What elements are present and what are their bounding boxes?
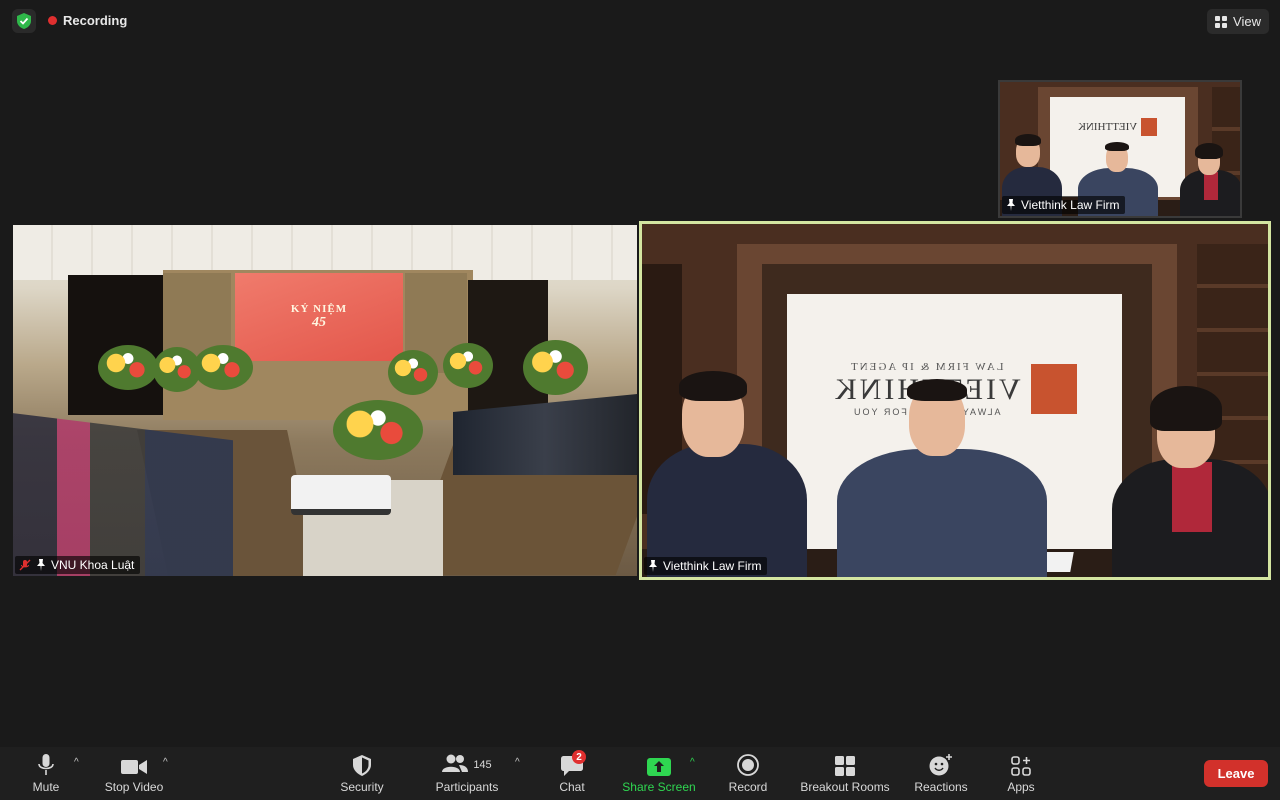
projected-slide: KỶ NIỆM 45	[235, 273, 403, 361]
reactions-label: Reactions	[914, 780, 968, 794]
breakout-rooms-label: Breakout Rooms	[800, 780, 890, 794]
participant-name: VNU Khoa Luật	[51, 558, 135, 572]
leave-button[interactable]: Leave	[1204, 760, 1268, 787]
tile-name-label: Vietthink Law Firm	[1002, 196, 1126, 214]
person-right	[1112, 384, 1268, 577]
security-button[interactable]: Security	[332, 747, 392, 800]
participants-icon	[442, 754, 469, 772]
chat-unread-badge: 2	[572, 750, 586, 764]
video-tile-vnu-khoa-luat[interactable]: KỶ NIỆM 45 VNU Khoa Luật	[13, 225, 637, 576]
reactions-button[interactable]: Reactions	[910, 747, 972, 800]
shield-icon	[353, 755, 371, 776]
breakout-rooms-icon	[835, 756, 855, 776]
recording-indicator[interactable]: Recording	[48, 13, 127, 28]
participant-name: Vietthink Law Firm	[663, 559, 762, 573]
audio-options-chevron-icon[interactable]: ^	[74, 757, 79, 768]
apps-button[interactable]: Apps	[1000, 747, 1042, 800]
participant-name: Vietthink Law Firm	[1021, 198, 1120, 212]
apps-icon	[1011, 756, 1031, 776]
record-label: Record	[728, 780, 768, 794]
sign-brand-text-small: VIETTHINK	[1077, 121, 1138, 133]
video-camera-icon	[121, 760, 147, 774]
sign-top-text: LAW FIRM & IP AGENT	[849, 361, 1004, 373]
tile-name-label: Vietthink Law Firm	[644, 557, 768, 575]
person-center	[837, 379, 1047, 577]
leave-label: Leave	[1217, 766, 1255, 781]
breakout-rooms-button[interactable]: Breakout Rooms	[797, 747, 893, 800]
share-screen-icon	[647, 758, 671, 776]
participants-label: Participants	[435, 780, 499, 794]
microphone-icon	[38, 754, 54, 775]
share-screen-label: Share Screen	[622, 780, 696, 794]
video-options-chevron-icon[interactable]: ^	[163, 757, 168, 768]
meeting-toolbar: Mute ^ Stop Video ^ Security 145 Partici…	[0, 747, 1280, 800]
grid-view-icon	[1215, 15, 1228, 28]
mute-button[interactable]: Mute	[22, 747, 70, 800]
security-label: Security	[340, 780, 384, 794]
apps-label: Apps	[1007, 780, 1035, 794]
tile-name-label: VNU Khoa Luật	[15, 556, 141, 574]
recording-dot-icon	[48, 16, 57, 25]
mic-muted-icon	[19, 559, 31, 571]
share-options-chevron-icon[interactable]: ^	[690, 757, 695, 768]
video-tile-vietthink-active[interactable]: LAW FIRM & IP AGENT VIETTHINK ALWAYS THI…	[639, 221, 1271, 580]
person-left	[647, 359, 807, 577]
video-tile-vietthink-small[interactable]: VIETTHINK Vietthink Law Firm	[998, 80, 1242, 218]
chat-label: Chat	[559, 780, 585, 794]
recording-label: Recording	[63, 13, 128, 28]
participants-count: 145	[473, 759, 492, 771]
vietthink-logo-icon	[1141, 118, 1158, 136]
security-shield-icon[interactable]	[12, 9, 36, 33]
stop-video-button[interactable]: Stop Video	[98, 747, 170, 800]
stop-video-label: Stop Video	[104, 780, 164, 794]
chat-button[interactable]: 2 Chat	[552, 747, 592, 800]
record-button[interactable]: Record	[725, 747, 771, 800]
record-icon	[737, 754, 759, 776]
reactions-smiley-icon	[929, 754, 952, 776]
participants-button[interactable]: 145 Participants	[430, 747, 504, 800]
participants-options-chevron-icon[interactable]: ^	[515, 757, 520, 768]
share-screen-button[interactable]: Share Screen	[618, 747, 700, 800]
pin-icon	[649, 560, 657, 572]
view-label: View	[1233, 14, 1261, 29]
slide-title: KỶ NIỆM	[290, 303, 348, 315]
video-feed-auditorium: KỶ NIỆM 45	[13, 225, 637, 576]
view-button[interactable]: View	[1207, 9, 1269, 34]
mute-label: Mute	[32, 780, 60, 794]
projector	[291, 475, 391, 515]
pin-icon	[37, 559, 45, 571]
slide-number: 45	[312, 315, 326, 330]
pin-icon	[1007, 199, 1015, 211]
video-feed-vietthink-office: LAW FIRM & IP AGENT VIETTHINK ALWAYS THI…	[642, 224, 1268, 577]
